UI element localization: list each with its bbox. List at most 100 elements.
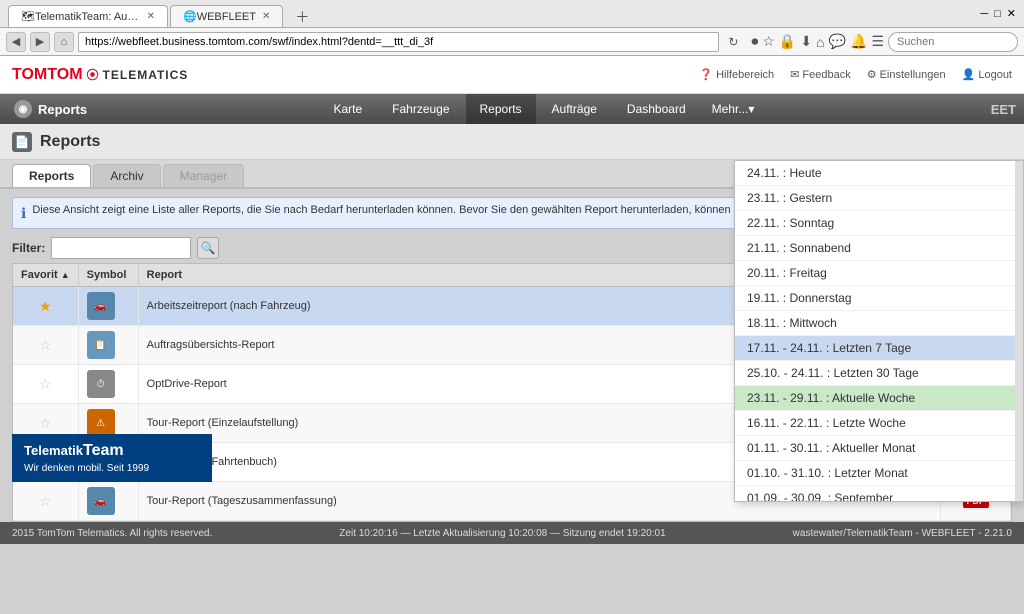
tab-2[interactable]: 🌐 WEBFLEET ✕ bbox=[170, 5, 283, 27]
dropdown-date-item[interactable]: 17.11. - 24.11. : Letzten 7 Tage bbox=[735, 336, 1023, 361]
nav-fahrzeuge[interactable]: Fahrzeuge bbox=[378, 94, 463, 124]
star-browser-icon[interactable]: ☆ bbox=[762, 33, 775, 50]
dropdown-date-item[interactable]: 20.11. : Freitag bbox=[735, 261, 1023, 286]
star-icon[interactable]: ★ bbox=[39, 298, 52, 314]
nav-items: Karte Fahrzeuge Reports Aufträge Dashboa… bbox=[101, 94, 983, 124]
filter-label: Filter: bbox=[12, 241, 45, 255]
dropdown-date-item[interactable]: 19.11. : Donnerstag bbox=[735, 286, 1023, 311]
page-title: Reports bbox=[40, 133, 100, 151]
brand-tagline: Wir denken mobil. Seit 1999 bbox=[24, 463, 200, 474]
dropdown-date-item[interactable]: 25.10. - 24.11. : Letzten 30 Tage bbox=[735, 361, 1023, 386]
dropdown-date-item[interactable]: 21.11. : Sonnabend bbox=[735, 236, 1023, 261]
back-button[interactable]: ◀ bbox=[6, 32, 26, 52]
notification-icon[interactable]: 🔔 bbox=[850, 33, 867, 50]
logo-tt: TOMTOM bbox=[12, 66, 83, 84]
browser-icons: ⏺ ☆ 🔒 ⬇ ⌂ 💬 🔔 ☰ bbox=[751, 33, 884, 50]
address-input[interactable] bbox=[78, 32, 719, 52]
star-icon[interactable]: ☆ bbox=[39, 376, 52, 392]
brand-name: TelematikTeam bbox=[24, 442, 200, 460]
dropdown-date-item[interactable]: 23.11. - 29.11. : Aktuelle Woche bbox=[735, 386, 1023, 411]
dropdown-date-item[interactable]: 18.11. : Mittwoch bbox=[735, 311, 1023, 336]
star-icon[interactable]: ☆ bbox=[39, 337, 52, 353]
home2-icon[interactable]: ⌂ bbox=[816, 34, 824, 50]
favorit-cell[interactable]: ☆ bbox=[13, 482, 78, 521]
tab1-favicon: 🗺 bbox=[21, 10, 35, 23]
app-header: TOMTOM ⦿ TELEMATICS ❓ Hilfebereich ✉ Fee… bbox=[0, 56, 1024, 94]
record-icon[interactable]: ⏺ bbox=[751, 33, 758, 50]
lock-icon[interactable]: 🔒 bbox=[779, 33, 796, 50]
favorit-cell[interactable]: ☆ bbox=[13, 326, 78, 365]
reports-icon: 📄 bbox=[12, 132, 32, 152]
nav-dashboard[interactable]: Dashboard bbox=[613, 94, 700, 124]
tab1-label: TelematikTeam: Automotive T... bbox=[35, 11, 141, 23]
home-button[interactable]: ⌂ bbox=[54, 32, 74, 52]
dropdown-date-item[interactable]: 16.11. - 22.11. : Letzte Woche bbox=[735, 411, 1023, 436]
chat-icon[interactable]: 💬 bbox=[829, 33, 846, 50]
tab1-close[interactable]: ✕ bbox=[147, 11, 155, 22]
browser-titlebar: 🗺 TelematikTeam: Automotive T... ✕ 🌐 WEB… bbox=[0, 0, 1024, 28]
refresh-button[interactable]: ↻ bbox=[723, 32, 743, 52]
symbol-cell: 🚗 bbox=[78, 287, 138, 326]
nav-reports[interactable]: Reports bbox=[466, 94, 536, 124]
logo-telematics: TELEMATICS bbox=[103, 68, 189, 82]
dropdown-date-item[interactable]: 01.11. - 30.11. : Aktueller Monat bbox=[735, 436, 1023, 461]
forward-button[interactable]: ▶ bbox=[30, 32, 50, 52]
nav-mehr[interactable]: Mehr... ▾ bbox=[702, 94, 765, 124]
nav-karte[interactable]: Karte bbox=[319, 94, 376, 124]
hilfebereich-link[interactable]: ❓ Hilfebereich bbox=[699, 68, 774, 81]
favorit-cell[interactable]: ★ bbox=[13, 287, 78, 326]
dropdown-scrollbar[interactable] bbox=[1015, 161, 1023, 501]
dropdown-items-container: 24.11. : Heute23.11. : Gestern22.11. : S… bbox=[735, 161, 1023, 501]
logout-link[interactable]: 👤 Logout bbox=[962, 68, 1012, 81]
browser-search-input[interactable] bbox=[888, 32, 1018, 52]
dropdown-items-list: 24.11. : Heute23.11. : Gestern22.11. : S… bbox=[735, 161, 1023, 501]
dropdown-date-item[interactable]: 22.11. : Sonntag bbox=[735, 211, 1023, 236]
tab-archiv[interactable]: Archiv bbox=[93, 164, 160, 187]
feedback-link[interactable]: ✉ Feedback bbox=[790, 68, 851, 81]
date-dropdown: 24.11. : Heute23.11. : Gestern22.11. : S… bbox=[734, 160, 1024, 502]
close-button[interactable]: ✕ bbox=[1007, 7, 1016, 20]
dropdown-date-item[interactable]: 23.11. : Gestern bbox=[735, 186, 1023, 211]
logo-circle: ⦿ bbox=[87, 66, 99, 83]
footer: 2015 TomTom Telematics. All rights reser… bbox=[0, 522, 1024, 544]
brand-name2: Team bbox=[83, 442, 124, 459]
dropdown-date-item[interactable]: 01.09. - 30.09. : September bbox=[735, 486, 1023, 501]
nav-auftraege[interactable]: Aufträge bbox=[538, 94, 611, 124]
tab2-close[interactable]: ✕ bbox=[262, 11, 270, 22]
download-icon[interactable]: ⬇ bbox=[800, 33, 812, 50]
footer-time: Zeit 10:20:16 — Letzte Aktualisierung 10… bbox=[339, 528, 665, 539]
dropdown-date-item[interactable]: 24.11. : Heute bbox=[735, 161, 1023, 186]
footer-version: wastewater/TelematikTeam - WEBFLEET - 2.… bbox=[793, 528, 1012, 539]
info-icon: ℹ bbox=[21, 205, 26, 222]
dropdown-date-item[interactable]: 01.10. - 31.10. : Letzter Monat bbox=[735, 461, 1023, 486]
maximize-button[interactable]: □ bbox=[994, 8, 1001, 20]
symbol-cell: 📋 bbox=[78, 326, 138, 365]
star-icon[interactable]: ☆ bbox=[39, 493, 52, 509]
symbol-cell: 🚗 bbox=[78, 482, 138, 521]
new-tab-button[interactable]: ＋ bbox=[289, 7, 315, 27]
einstellungen-link[interactable]: ⚙ Einstellungen bbox=[867, 68, 946, 81]
content-area: Reports Archiv Manager ℹ Diese Ansicht z… bbox=[0, 160, 1024, 522]
minimize-button[interactable]: ─ bbox=[980, 8, 988, 20]
main-content: 📄 Reports Reports Archiv Manager ℹ Diese… bbox=[0, 124, 1024, 522]
webfleet-text: EET bbox=[983, 94, 1024, 124]
page-header: 📄 Reports bbox=[0, 124, 1024, 160]
browser-tabs: 🗺 TelematikTeam: Automotive T... ✕ 🌐 WEB… bbox=[8, 0, 315, 27]
brand-name1: Telematik bbox=[24, 443, 83, 458]
nav-logo-icon: ◉ bbox=[14, 100, 32, 118]
filter-button[interactable]: 🔍 bbox=[197, 237, 219, 259]
report-icon: 🚗 bbox=[87, 487, 115, 515]
favorit-cell[interactable]: ☆ bbox=[13, 365, 78, 404]
star-icon[interactable]: ☆ bbox=[39, 415, 52, 431]
header-links: ❓ Hilfebereich ✉ Feedback ⚙ Einstellunge… bbox=[699, 68, 1012, 81]
filter-input[interactable] bbox=[51, 237, 191, 259]
tab2-label: WEBFLEET bbox=[197, 11, 256, 23]
tab-reports[interactable]: Reports bbox=[12, 164, 91, 187]
report-icon: ⚠ bbox=[87, 409, 115, 437]
tab-1[interactable]: 🗺 TelematikTeam: Automotive T... ✕ bbox=[8, 5, 168, 27]
nav-logo: ◉ Reports bbox=[0, 94, 101, 124]
footer-copyright: 2015 TomTom Telematics. All rights reser… bbox=[12, 528, 212, 539]
menu-icon[interactable]: ☰ bbox=[871, 33, 884, 50]
tab-manager: Manager bbox=[163, 164, 244, 187]
symbol-cell: ⏱ bbox=[78, 365, 138, 404]
